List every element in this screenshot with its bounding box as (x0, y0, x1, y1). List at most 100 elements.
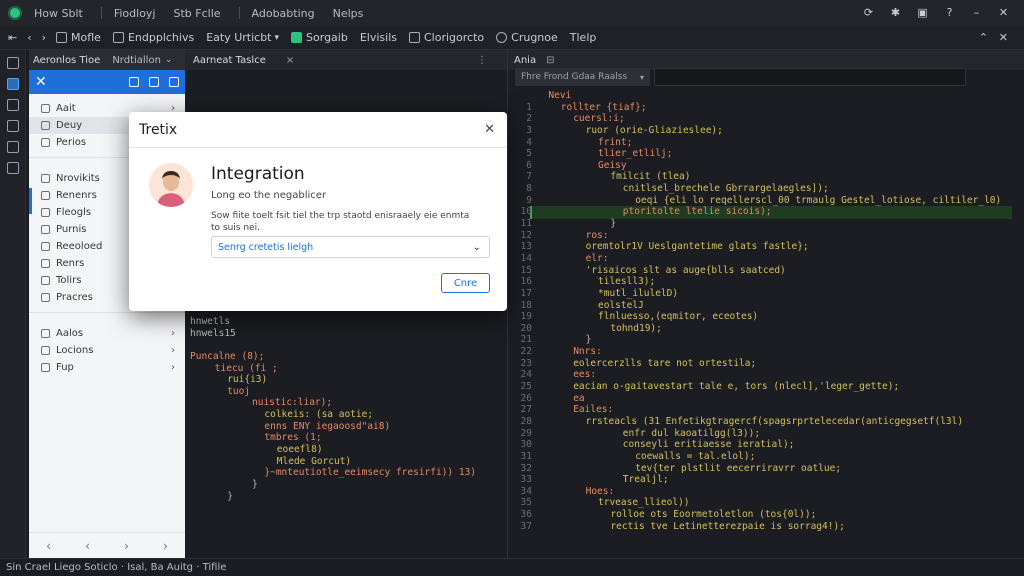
panel-icon[interactable] (6, 162, 19, 174)
code-line: 14 elr: (510, 253, 1024, 265)
code-line: 33 Trealjl; (510, 474, 1024, 486)
code-line: 26 ea (510, 393, 1024, 405)
code-text: } (227, 490, 233, 502)
code-line: 6 Geisy (510, 160, 1024, 172)
code-editor-left[interactable]: hnwetls hnwels15 Puncalne (8); tiecu (fi ; r… (190, 316, 505, 502)
gear-icon[interactable] (149, 77, 159, 87)
code-text: frint; (598, 136, 633, 148)
bookmark-icon[interactable]: ▣ (916, 6, 929, 19)
toolbar-button-run[interactable]: Sorgaib (291, 31, 348, 44)
help-icon[interactable]: ? (943, 6, 956, 19)
more-icon[interactable]: ⋮ (477, 55, 487, 66)
menu-item-2[interactable]: Fiodloyj (114, 7, 156, 20)
sidebar-item-label: Reeoloed (56, 241, 103, 252)
chevron-left-icon[interactable]: ‹ (27, 31, 31, 44)
line-number: 25 (520, 381, 532, 393)
extensions-icon[interactable] (6, 99, 19, 111)
chevron-up-icon[interactable]: ⌃ (979, 31, 988, 44)
toolbar-button-configure[interactable]: Clorigorcto (409, 31, 484, 44)
toolbar-button-module[interactable]: Mofle (56, 31, 101, 44)
code-line: 9 oeqi {eli lo reqellerscl_00 trmaulg Ges… (510, 195, 1024, 207)
menu-item-3[interactable]: Stb Fclle (174, 7, 221, 20)
chevron-right-icon[interactable]: › (163, 539, 168, 553)
copy-icon[interactable] (129, 77, 139, 87)
terminal-icon[interactable] (6, 120, 19, 132)
source-control-icon[interactable] (6, 78, 19, 90)
line-number: 26 (520, 392, 532, 404)
code-line: 15 'risaicos slt as auge{blls saatced) (510, 265, 1024, 277)
chevron-down-icon[interactable]: ⌄ (165, 55, 173, 65)
minimize-icon[interactable]: – (970, 6, 983, 19)
chevron-left-icon[interactable]: ‹ (46, 539, 51, 553)
code-text: 'risaicos slt as auge{blls saatced) (585, 264, 786, 276)
code-line: }~mnteutiotle_eeimsecy fresirfi)) 13) (190, 467, 505, 479)
code-text: trvease_llieol)) (598, 497, 690, 509)
close-window-icon[interactable]: ✕ (997, 6, 1010, 19)
code-line: 19 flnluesso,(eqmitor, eceotes) (510, 311, 1024, 323)
tab-editor-right[interactable]: Ania (514, 55, 536, 66)
menu-item-1[interactable]: How Sblt (34, 7, 83, 20)
toolbar-label: Mofle (71, 31, 101, 44)
toolbar-button-change[interactable]: Crugnoe (496, 31, 558, 44)
tab-explorer[interactable]: Aeronlos Tioe (33, 55, 100, 66)
toolbar-button-edit[interactable]: Eaty Urticbt ▾ (206, 31, 279, 44)
settings-icon[interactable]: ✱ (889, 6, 902, 19)
refresh-icon[interactable]: ⟳ (862, 6, 875, 19)
chevron-right-icon[interactable]: › (171, 362, 175, 373)
code-text: flnluesso,(eqmitor, eceotes) (598, 311, 759, 323)
tab-navigation[interactable]: Nrdtiallon (112, 55, 161, 66)
chevron-right-icon[interactable]: › (42, 31, 46, 44)
sidebar-item-label: Locions (56, 345, 94, 356)
sidebar-item-label: Aait (56, 103, 76, 114)
collapse-icon[interactable] (169, 77, 179, 87)
toolbar-button-elements[interactable]: Elvisils (360, 31, 397, 44)
split-icon[interactable]: ⊟ (546, 55, 554, 66)
integration-select[interactable]: Senrg cretetis lielgh ⌄ (211, 236, 490, 258)
sidebar-item[interactable]: Fup › (29, 359, 185, 376)
line-number: 19 (520, 311, 532, 323)
edit-icon[interactable] (6, 141, 19, 153)
chevron-right-icon[interactable]: › (124, 539, 129, 553)
chevron-right-icon[interactable]: › (171, 345, 175, 356)
line-number: 14 (520, 252, 532, 264)
item-icon (41, 225, 50, 234)
code-editor-right[interactable]: Nevi 1 rollter {tiaf}; 2 cuersl:i; 3 ruor (ori… (510, 90, 1024, 532)
menu-item-4[interactable]: Adobabting (252, 7, 315, 20)
toolbar-label: Sorgaib (306, 31, 348, 44)
code-line: colkeis: (sa aotie; (190, 409, 505, 421)
line-number: 17 (520, 287, 532, 299)
toolbar-button-endpoints[interactable]: Endpplchivs (112, 31, 194, 44)
code-text: Geisy (598, 159, 627, 171)
chevron-left-icon[interactable]: ‹ (85, 539, 90, 553)
code-line: 18 eolstelJ (510, 300, 1024, 312)
code-text: ea (573, 392, 585, 404)
line-number: 36 (520, 509, 532, 521)
sidebar-item-label: Perios (56, 137, 87, 148)
confirm-button[interactable]: Cnre (441, 273, 490, 293)
side-panel-footer: ‹ ‹ › › (29, 532, 185, 558)
code-line: 31 coewalls = tal.elol); (510, 451, 1024, 463)
code-line: } (190, 491, 505, 503)
close-icon[interactable]: ✕ (999, 31, 1008, 44)
close-icon[interactable]: × (286, 55, 294, 66)
sidebar-item[interactable]: Aalos › (29, 325, 185, 342)
search-input[interactable] (654, 68, 966, 86)
back-icon[interactable]: ⇤ (8, 31, 17, 44)
avatar (149, 163, 193, 207)
sidebar-item[interactable]: Locions › (29, 342, 185, 359)
explorer-icon[interactable] (6, 57, 19, 69)
sidebar-item-label: Aalos (56, 328, 84, 339)
close-icon[interactable]: ✕ (484, 122, 495, 137)
code-line: 12 ros: (510, 230, 1024, 242)
toolbar-button-help[interactable]: Tlelp (570, 31, 597, 44)
code-text: conseyli eritiaesse ieratial); (622, 439, 795, 451)
list-group-c: Aalos › Locions › Fup › (29, 319, 185, 376)
close-icon[interactable]: ✕ (35, 74, 47, 90)
tab-editor-left[interactable]: Aarneat Taslce (193, 55, 266, 66)
code-text: } (252, 478, 258, 490)
menu-item-5[interactable]: Nelps (333, 7, 364, 20)
filter-dropdown[interactable]: Fhre Frond Gdaa Raalss ▾ (515, 68, 650, 86)
sidebar-item-label: Nrovikits (56, 173, 100, 184)
chevron-right-icon[interactable]: › (171, 328, 175, 339)
toolbar-label: Crugnoe (511, 31, 558, 44)
